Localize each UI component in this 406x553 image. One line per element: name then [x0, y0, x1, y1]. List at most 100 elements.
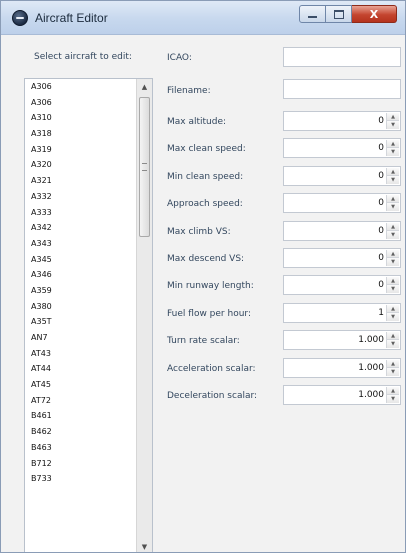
numeric-spinbox[interactable]: 0 ▲ ▼ — [283, 138, 401, 159]
spinbox-value: 0 — [378, 225, 384, 236]
field-label: Min clean speed: — [167, 171, 244, 182]
spin-buttons: ▲ ▼ — [386, 304, 399, 321]
list-item[interactable]: A346 — [25, 267, 137, 283]
spin-up-icon[interactable]: ▲ — [387, 113, 399, 121]
field-label: Max altitude: — [167, 117, 227, 127]
numeric-spinbox[interactable]: 1.000 ▲ ▼ — [283, 357, 401, 378]
spin-buttons: ▲ ▼ — [386, 113, 399, 129]
field-label: Deceleration scalar: — [167, 391, 258, 401]
field-label: Turn rate scalar: — [167, 336, 240, 347]
list-item[interactable]: B733 — [25, 471, 137, 487]
list-item[interactable]: B712 — [25, 456, 137, 472]
list-item[interactable]: A35T — [25, 314, 137, 330]
field-label: Max climb VS: — [167, 226, 231, 237]
spin-down-icon[interactable]: ▼ — [387, 395, 399, 403]
icao-input[interactable] — [283, 47, 401, 67]
aircraft-list[interactable]: A306 A306 A310 A318 A319 A320 A321 A332 A333 A342… — [24, 78, 153, 552]
spin-down-icon[interactable]: ▼ — [387, 340, 399, 349]
list-item[interactable]: A359 — [25, 283, 137, 299]
list-item[interactable]: A321 — [25, 173, 137, 189]
spin-down-icon[interactable]: ▼ — [387, 312, 399, 321]
list-item[interactable]: B463 — [25, 440, 137, 456]
title-bar[interactable]: Aircraft Editor X — [1, 1, 405, 35]
list-item[interactable]: AT72 — [25, 393, 137, 409]
scroll-thumb[interactable] — [139, 97, 150, 237]
field-label: Acceleration scalar: — [167, 363, 256, 374]
list-item[interactable]: B461 — [25, 408, 137, 424]
window-title: Aircraft Editor — [35, 11, 108, 25]
list-item[interactable]: B462 — [25, 424, 137, 440]
spin-down-icon[interactable]: ▼ — [387, 367, 399, 376]
list-scrollbar[interactable]: ▲ ▼ — [136, 79, 152, 552]
field-label: Approach speed: — [167, 199, 243, 210]
numeric-spinbox[interactable]: 1.000 ▲ ▼ — [283, 330, 401, 351]
numeric-spinbox[interactable]: 0 ▲ ▼ — [283, 193, 401, 214]
spin-buttons: ▲ ▼ — [386, 167, 399, 184]
spinbox-value: 0 — [378, 280, 384, 291]
filename-input[interactable] — [283, 79, 401, 99]
spin-down-icon[interactable]: ▼ — [387, 148, 399, 157]
spin-up-icon[interactable]: ▲ — [387, 195, 399, 204]
list-item[interactable]: A345 — [25, 252, 137, 268]
list-item[interactable]: A310 — [25, 110, 137, 126]
close-button[interactable]: X — [352, 5, 397, 23]
spin-up-icon[interactable]: ▲ — [387, 250, 399, 258]
spin-up-icon[interactable]: ▲ — [387, 277, 399, 286]
numeric-spinbox[interactable]: 0 ▲ ▼ — [283, 248, 401, 268]
spin-buttons: ▲ ▼ — [386, 222, 399, 239]
spin-up-icon[interactable]: ▲ — [387, 222, 399, 231]
scroll-down-icon[interactable]: ▼ — [137, 539, 152, 552]
spin-up-icon[interactable]: ▲ — [387, 167, 399, 176]
close-icon: X — [369, 7, 379, 21]
list-item[interactable]: AT45 — [25, 377, 137, 393]
numeric-spinbox[interactable]: 0 ▲ ▼ — [283, 220, 401, 241]
spin-down-icon[interactable]: ▼ — [387, 258, 399, 266]
list-item[interactable]: AT44 — [25, 361, 137, 377]
list-item[interactable]: A306 — [25, 79, 137, 95]
list-item[interactable]: A320 — [25, 157, 137, 173]
numeric-spinbox[interactable]: 0 ▲ ▼ — [283, 111, 401, 131]
spin-down-icon[interactable]: ▼ — [387, 121, 399, 129]
numeric-spinbox[interactable]: 0 ▲ ▼ — [283, 275, 401, 296]
icao-label: ICAO: — [167, 53, 192, 63]
aircraft-list-items: A306 A306 A310 A318 A319 A320 A321 A332 A333 A342… — [25, 79, 137, 487]
maximize-icon — [333, 9, 344, 19]
numeric-spinbox[interactable]: 1.000 ▲ ▼ — [283, 385, 401, 405]
numeric-spinbox[interactable]: 0 ▲ ▼ — [283, 165, 401, 186]
field-label: Max clean speed: — [167, 144, 246, 155]
list-item[interactable]: A319 — [25, 142, 137, 158]
minimize-button[interactable] — [299, 5, 326, 23]
spin-up-icon[interactable]: ▲ — [387, 304, 399, 313]
list-item[interactable]: A333 — [25, 205, 137, 221]
spin-down-icon[interactable]: ▼ — [387, 230, 399, 239]
caption-buttons: X — [299, 5, 397, 25]
field-label: Max descend VS: — [167, 254, 245, 264]
spin-buttons: ▲ ▼ — [386, 277, 399, 294]
spin-down-icon[interactable]: ▼ — [387, 175, 399, 184]
spin-down-icon[interactable]: ▼ — [387, 203, 399, 212]
spin-up-icon[interactable]: ▲ — [387, 140, 399, 149]
list-item[interactable]: A342 — [25, 220, 137, 236]
list-item[interactable]: AN7 — [25, 330, 137, 346]
list-item[interactable]: A306 — [25, 95, 137, 111]
spin-up-icon[interactable]: ▲ — [387, 359, 399, 368]
list-item[interactable]: A343 — [25, 236, 137, 252]
spin-buttons: ▲ ▼ — [386, 359, 399, 376]
spin-buttons: ▲ ▼ — [386, 195, 399, 212]
spinbox-value: 1.000 — [358, 362, 384, 373]
list-item[interactable]: AT43 — [25, 346, 137, 362]
scroll-up-icon[interactable]: ▲ — [137, 79, 152, 95]
spinbox-value: 0 — [378, 143, 384, 154]
maximize-button[interactable] — [326, 5, 352, 23]
select-aircraft-label: Select aircraft to edit: — [34, 52, 132, 62]
list-item[interactable]: A318 — [25, 126, 137, 142]
list-item[interactable]: A332 — [25, 189, 137, 205]
spinbox-value: 1.000 — [358, 390, 384, 400]
spin-up-icon[interactable]: ▲ — [387, 387, 399, 395]
list-item[interactable]: A380 — [25, 299, 137, 315]
spin-up-icon[interactable]: ▲ — [387, 332, 399, 341]
spin-down-icon[interactable]: ▼ — [387, 285, 399, 294]
field-label: Fuel flow per hour: — [167, 308, 251, 319]
numeric-spinbox[interactable]: 1 ▲ ▼ — [283, 302, 401, 323]
spinbox-value: 0 — [378, 116, 384, 126]
